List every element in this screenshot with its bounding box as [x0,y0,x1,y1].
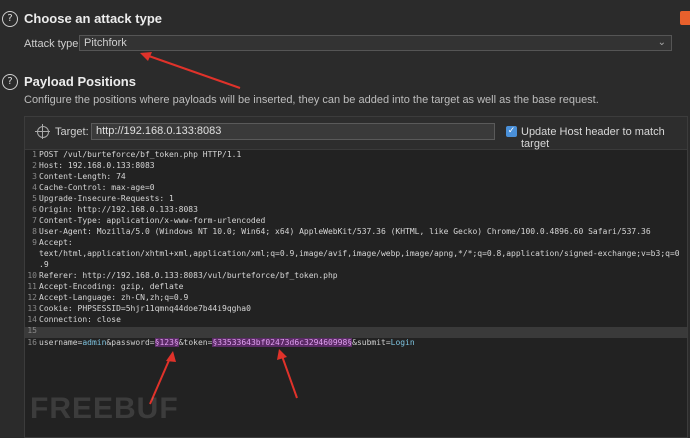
request-line: POST /vul/burteforce/bf_token.php HTTP/1… [39,150,242,159]
target-bar: Target: http://192.168.0.133:8083 ✓ Upda… [25,117,687,150]
help-icon[interactable]: ? [2,74,18,90]
line-number: 11 [27,282,37,291]
request-line: Content-Type: application/x-www-form-url… [39,216,266,225]
request-line: Host: 192.168.0.133:8083 [39,161,155,170]
request-body-line[interactable]: 16 username=admin&password=§123§&token=§… [25,338,687,349]
username-value: admin [82,338,107,347]
request-line: Referer: http://192.168.0.133:8083/vul/b… [39,271,338,280]
submit-value: Login [390,338,415,347]
password-key: &password= [106,338,155,347]
request-line: Accept-Encoding: gzip, deflate [39,282,184,291]
attack-type-label: Attack type: [24,38,82,50]
line-number: 7 [32,216,37,225]
line-number: 3 [32,172,37,181]
line-number: 13 [27,304,37,313]
request-line: Upgrade-Insecure-Requests: 1 [39,194,174,203]
line-number: 9 [32,238,37,247]
request-line: Accept-Language: zh-CN,zh;q=0.9 [39,293,189,302]
attack-type-value: Pitchfork [84,37,127,49]
line-number: 15 [27,326,37,335]
request-line: Content-Length: 74 [39,172,126,181]
line-number: 1 [32,150,37,159]
current-line-highlight [25,327,687,338]
line-number: 14 [27,315,37,324]
request-body: username=admin&password=§123§&token=§335… [39,338,415,347]
token-key: &token= [178,338,213,347]
target-input[interactable]: http://192.168.0.133:8083 [91,123,495,140]
payload-marker-password[interactable]: §123§ [154,338,179,347]
crosshair-icon [35,124,50,139]
request-line: .9 [39,260,49,269]
line-number: 8 [32,227,37,236]
payload-section-title: Payload Positions [24,74,136,89]
request-line: text/html,application/xhtml+xml,applicat… [39,249,680,258]
line-number: 5 [32,194,37,203]
target-label: Target: [55,126,89,138]
line-number: 6 [32,205,37,214]
chevron-down-icon: ⌄ [657,37,666,48]
request-line: Origin: http://192.168.0.133:8083 [39,205,198,214]
payload-positions-panel: Target: http://192.168.0.133:8083 ✓ Upda… [24,116,688,438]
payload-marker-token[interactable]: §33533643bf02473d6c329460998§ [212,338,353,347]
line-number: 10 [27,271,37,280]
request-line: Connection: close [39,315,121,324]
attack-section-title: Choose an attack type [24,11,162,26]
start-attack-button[interactable] [680,11,690,25]
submit-key: &submit= [352,338,391,347]
request-line: Accept: [39,238,73,247]
request-line: User-Agent: Mozilla/5.0 (Windows NT 10.0… [39,227,651,236]
line-number: 2 [32,161,37,170]
username-key: username [39,338,78,347]
payload-section-description: Configure the positions where payloads w… [24,94,599,106]
help-icon[interactable]: ? [2,11,18,27]
request-line: Cache-Control: max-age=0 [39,183,155,192]
watermark: FREEBUF [30,392,179,425]
arrow-attack-type [145,54,241,89]
line-number: 16 [27,338,37,347]
request-line: Cookie: PHPSESSID=5hjr11qmnq44doe7b44i9q… [39,304,251,313]
attack-type-select[interactable]: Pitchfork ⌄ [79,35,672,51]
line-number: 4 [32,183,37,192]
update-host-checkbox[interactable]: ✓ [506,126,517,137]
arrow-head [140,52,152,61]
update-host-label: Update Host header to match target [521,126,665,150]
line-number: 12 [27,293,37,302]
